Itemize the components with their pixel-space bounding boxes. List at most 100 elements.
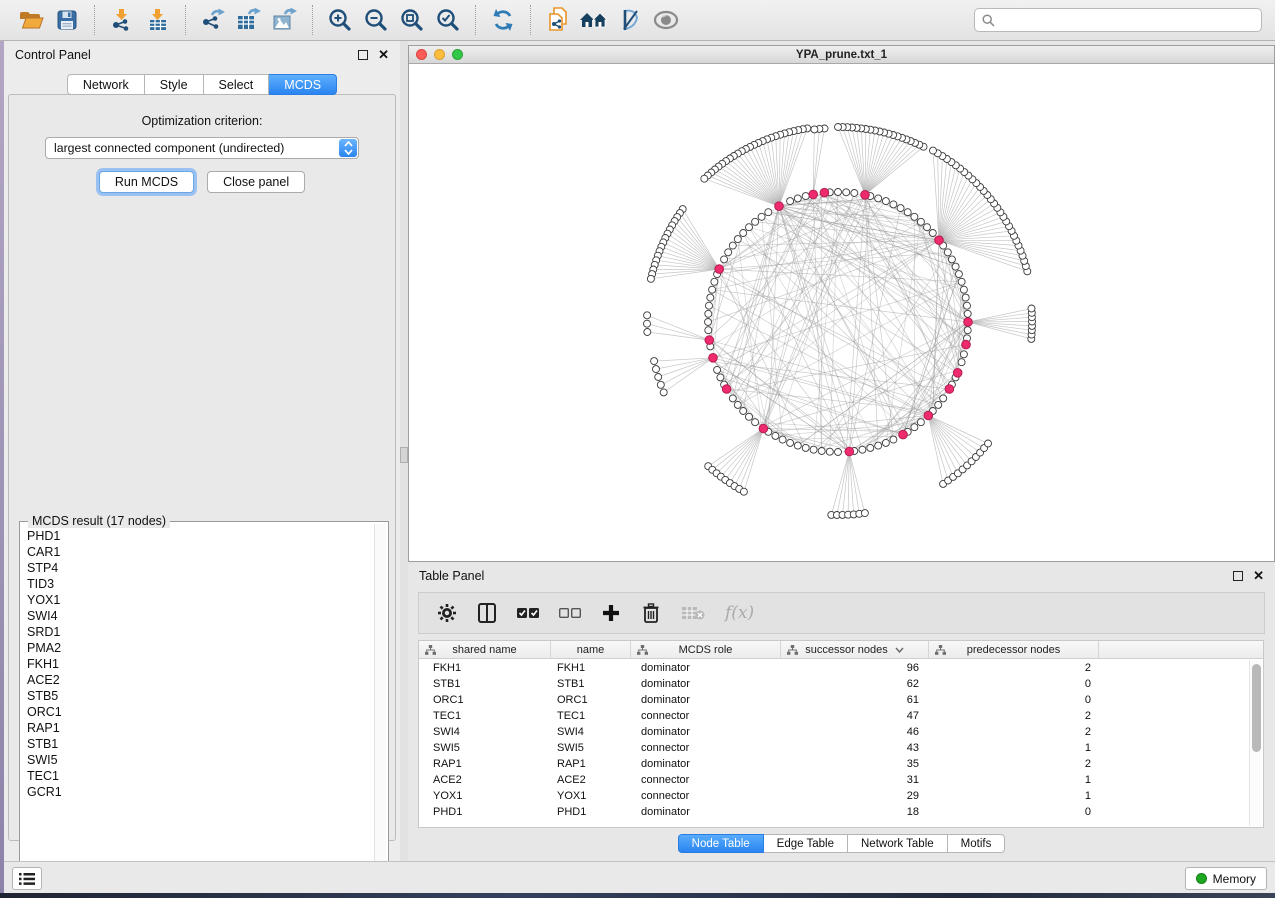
mcds-result-item[interactable]: SRD1 (27, 624, 372, 640)
table-row[interactable]: ORC1ORC1dominator610 (419, 692, 1249, 708)
table-settings-button[interactable] (437, 601, 457, 625)
open-folder-icon (18, 9, 44, 31)
import-table-button[interactable] (140, 4, 176, 36)
mcds-result-item[interactable]: GCR1 (27, 784, 372, 800)
mcds-result-item[interactable]: SWI4 (27, 608, 372, 624)
network-canvas[interactable] (409, 64, 1274, 561)
table-row[interactable]: TEC1TEC1connector472 (419, 708, 1249, 724)
mcds-result-item[interactable]: STB5 (27, 688, 372, 704)
optimization-criterion-label: Optimization criterion: (9, 114, 395, 128)
gear-icon (437, 603, 457, 623)
search-input[interactable] (1000, 13, 1254, 27)
table-panel-title: Table Panel (419, 569, 484, 583)
mcds-result-item[interactable]: TID3 (27, 576, 372, 592)
mcds-result-item[interactable]: STP4 (27, 560, 372, 576)
export-network-button[interactable] (195, 4, 231, 36)
table-row[interactable]: FKH1FKH1dominator962 (419, 660, 1249, 676)
close-panel-button[interactable]: Close panel (207, 171, 305, 193)
table-row[interactable]: RAP1RAP1dominator352 (419, 756, 1249, 772)
import-network-button[interactable] (104, 4, 140, 36)
table-header-row: shared name name MCDS role (419, 641, 1263, 659)
zoom-out-button[interactable] (358, 4, 394, 36)
tab-select[interactable]: Select (204, 74, 270, 95)
column-header-name[interactable]: name (551, 641, 631, 658)
zoom-out-icon (363, 7, 389, 33)
show-graphics-button[interactable] (648, 4, 684, 36)
table-row[interactable]: SWI5SWI5connector431 (419, 740, 1249, 756)
hide-panels-button[interactable] (612, 4, 648, 36)
close-panel-icon[interactable]: ✕ (378, 50, 389, 60)
mcds-result-item[interactable]: ORC1 (27, 704, 372, 720)
table-row[interactable]: YOX1YOX1connector291 (419, 788, 1249, 804)
refresh-icon (491, 8, 515, 32)
table-cell: 47 (781, 710, 929, 722)
network-overview-button[interactable] (576, 4, 612, 36)
table-scrollbar[interactable] (1249, 660, 1262, 826)
splitter-handle[interactable] (400, 447, 408, 463)
tab-style[interactable]: Style (145, 74, 204, 95)
column-header-shared-name[interactable]: shared name (419, 641, 551, 658)
mcds-result-item[interactable]: TEC1 (27, 768, 372, 784)
mcds-result-item[interactable]: STB1 (27, 736, 372, 752)
tab-edge-table[interactable]: Edge Table (764, 834, 848, 853)
run-mcds-button[interactable]: Run MCDS (99, 171, 194, 193)
export-image-button[interactable] (267, 4, 303, 36)
mcds-result-item[interactable]: PHD1 (27, 528, 372, 544)
mcds-result-list[interactable]: PHD1CAR1STP4TID3YOX1SWI4SRD1PMA2FKH1ACE2… (23, 525, 372, 888)
export-image-icon (272, 8, 298, 32)
toolbar-separator (312, 5, 313, 35)
mcds-result-item[interactable]: PMA2 (27, 640, 372, 656)
table-row[interactable]: PHD1PHD1dominator180 (419, 804, 1249, 820)
tab-network-table[interactable]: Network Table (848, 834, 948, 853)
memory-button[interactable]: Memory (1185, 867, 1267, 890)
criterion-select[interactable]: largest connected component (undirected) (45, 137, 359, 159)
save-session-button[interactable] (49, 4, 85, 36)
zoom-fit-button[interactable] (394, 4, 430, 36)
mcds-result-item[interactable]: FKH1 (27, 656, 372, 672)
table-row[interactable]: STB1STB1dominator620 (419, 676, 1249, 692)
table-row[interactable]: ACE2ACE2connector311 (419, 772, 1249, 788)
column-header-mcds-role[interactable]: MCDS role (631, 641, 781, 658)
zoom-selected-button[interactable] (430, 4, 466, 36)
mcds-result-scrollbar[interactable] (374, 524, 386, 889)
tab-mcds[interactable]: MCDS (269, 74, 337, 95)
select-all-button[interactable] (517, 601, 539, 625)
memory-status-icon (1196, 873, 1207, 884)
table-cell: 18 (781, 806, 929, 818)
clone-network-button[interactable] (540, 4, 576, 36)
float-panel-icon[interactable] (358, 50, 368, 60)
table-row[interactable]: SWI4SWI4dominator462 (419, 724, 1249, 740)
network-window-title: YPA_prune.txt_1 (409, 49, 1274, 61)
deselect-all-button[interactable] (559, 601, 581, 625)
close-table-panel-icon[interactable]: ✕ (1253, 571, 1264, 581)
zoom-in-icon (327, 7, 353, 33)
add-column-button[interactable] (601, 601, 621, 625)
task-history-button[interactable] (12, 867, 42, 890)
mcds-result-item[interactable]: RAP1 (27, 720, 372, 736)
import-network-icon (110, 8, 134, 32)
split-columns-button[interactable] (477, 601, 497, 625)
mcds-result-item[interactable]: SWI5 (27, 752, 372, 768)
delete-column-button[interactable] (641, 601, 661, 625)
zoom-in-button[interactable] (322, 4, 358, 36)
hierarchy-icon (637, 645, 648, 655)
open-file-button[interactable] (13, 4, 49, 36)
column-header-predecessor-nodes[interactable]: predecessor nodes (929, 641, 1099, 658)
tab-network[interactable]: Network (67, 74, 145, 95)
delete-table-icon (681, 606, 705, 620)
tab-node-table[interactable]: Node Table (678, 834, 764, 853)
refresh-button[interactable] (485, 4, 521, 36)
table-cell: 35 (781, 758, 929, 770)
mcds-result-item[interactable]: YOX1 (27, 592, 372, 608)
export-table-button[interactable] (231, 4, 267, 36)
float-table-panel-icon[interactable] (1233, 571, 1243, 581)
table-scrollbar-thumb[interactable] (1252, 664, 1261, 752)
mcds-result-item[interactable]: CAR1 (27, 544, 372, 560)
tab-motifs[interactable]: Motifs (948, 834, 1006, 853)
table-cell: 2 (929, 662, 1099, 674)
vertical-splitter[interactable] (400, 41, 408, 861)
delete-table-button[interactable] (681, 601, 705, 625)
mcds-result-item[interactable]: ACE2 (27, 672, 372, 688)
column-header-successor-nodes[interactable]: successor nodes (781, 641, 929, 658)
function-builder-button[interactable]: f(x) (725, 601, 754, 625)
